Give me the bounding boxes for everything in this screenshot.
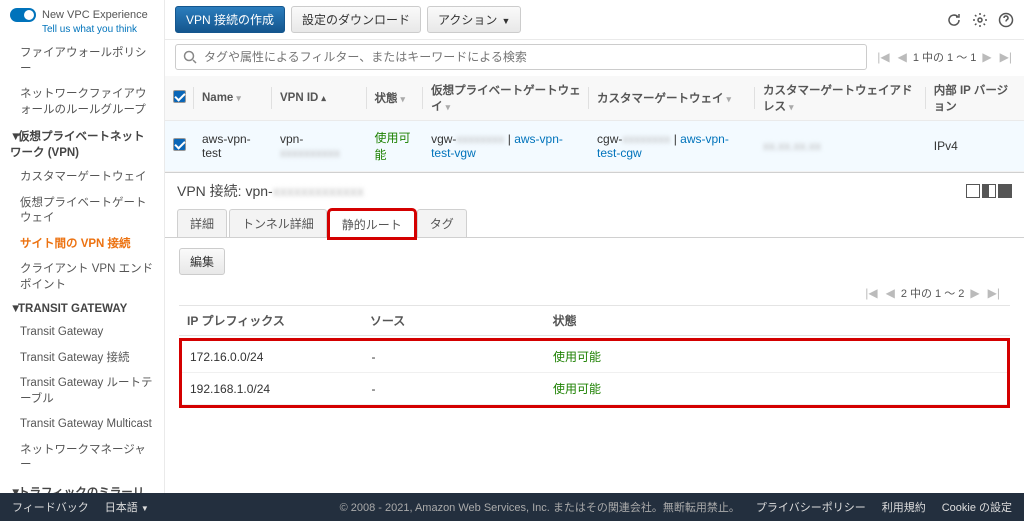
tab-detail[interactable]: 詳細 xyxy=(177,209,227,237)
filter-input[interactable] xyxy=(175,44,867,70)
col-vpnid[interactable]: VPN ID▴ xyxy=(272,76,367,121)
pager-text: 1 中の 1 ～ 1 xyxy=(913,49,977,65)
chevron-down-icon: ▼ xyxy=(141,504,149,513)
pager-text: 2 中の 1 ～ 2 xyxy=(901,285,965,301)
pager-top: |◀ ◀ 1 中の 1 ～ 1 ▶ ▶| xyxy=(875,49,1014,65)
privacy-link[interactable]: プライバシーポリシー xyxy=(756,499,866,515)
create-vpn-button[interactable]: VPN 接続の作成 xyxy=(175,6,285,33)
route-source: - xyxy=(364,373,546,405)
search-icon xyxy=(182,49,198,65)
sidebar-item-tgw-multicast[interactable]: Transit Gateway Multicast xyxy=(0,412,164,438)
sidebar-group-tgw[interactable]: ▼TRANSIT GATEWAY xyxy=(0,298,164,320)
cell-state: 使用可能 xyxy=(367,121,424,172)
route-prefix: 192.168.1.0/24 xyxy=(182,373,364,405)
help-icon[interactable] xyxy=(998,12,1014,28)
sidebar-item-vgw[interactable]: 仮想プライベートゲートウェイ xyxy=(0,191,164,232)
sidebar: New VPC Experience Tell us what you thin… xyxy=(0,0,165,493)
group-label: TRANSIT GATEWAY xyxy=(18,303,127,315)
page-first-icon[interactable]: |◀ xyxy=(863,286,879,300)
gear-icon[interactable] xyxy=(972,12,988,28)
page-prev-icon[interactable]: ◀ xyxy=(896,50,909,64)
sidebar-item-firewall-rulegroup[interactable]: ネットワークファイアウォールのルールグループ xyxy=(0,82,164,123)
routes-table: IP プレフィックス ソース 状態 xyxy=(179,305,1010,336)
route-state: 使用可能 xyxy=(545,373,1007,405)
sidebar-item-firewall-policy[interactable]: ファイアウォールポリシー xyxy=(0,41,164,82)
copyright: © 2008 - 2021, Amazon Web Services, Inc.… xyxy=(340,499,740,515)
refresh-icon[interactable] xyxy=(946,12,962,28)
layout-split-icon[interactable] xyxy=(982,184,996,198)
new-vpc-experience-toggle-row: New VPC Experience xyxy=(0,4,164,24)
cell-cgwaddr: xx.xx.xx.xx xyxy=(755,121,926,172)
cell-name: aws-vpn-test xyxy=(194,121,272,172)
layout-min-icon[interactable] xyxy=(966,184,980,198)
route-prefix: 172.16.0.0/24 xyxy=(182,341,364,373)
col-source: ソース xyxy=(362,306,545,336)
cell-vpnid: vpn-xxxxxxxxxx xyxy=(272,121,367,172)
language-selector[interactable]: 日本語 ▼ xyxy=(105,499,149,515)
detail-title: VPN 接続: vpn-xxxxxxxxxxxxx xyxy=(177,181,364,201)
actions-button[interactable]: アクション ▼ xyxy=(427,6,521,33)
filter-row: |◀ ◀ 1 中の 1 ～ 1 ▶ ▶| xyxy=(165,40,1024,76)
col-state[interactable]: 状態▾ xyxy=(367,76,424,121)
sidebar-item-site2site-vpn[interactable]: サイト間の VPN 接続 xyxy=(0,232,164,258)
footer: フィードバック 日本語 ▼ © 2008 - 2021, Amazon Web … xyxy=(0,493,1024,521)
chevron-down-icon: ▼ xyxy=(501,16,510,26)
cookie-link[interactable]: Cookie の設定 xyxy=(942,499,1012,515)
feedback-link[interactable]: フィードバック xyxy=(12,499,89,515)
sidebar-group-mirror[interactable]: ▼トラフィックのミラーリング xyxy=(0,479,164,493)
edit-button[interactable]: 編集 xyxy=(179,248,225,275)
layout-full-icon[interactable] xyxy=(998,184,1012,198)
col-ipprefix: IP プレフィックス xyxy=(179,306,362,336)
sidebar-item-tgw-rt[interactable]: Transit Gateway ルートテーブル xyxy=(0,371,164,412)
route-row[interactable]: 172.16.0.0/24 - 使用可能 xyxy=(182,341,1007,373)
download-config-button[interactable]: 設定のダウンロード xyxy=(291,6,421,33)
new-vpc-label: New VPC Experience xyxy=(42,9,148,21)
routes-pager: |◀ ◀ 2 中の 1 ～ 2 ▶ ▶| xyxy=(863,285,1002,301)
table-row[interactable]: aws-vpn-test vpn-xxxxxxxxxx 使用可能 vgw-xxx… xyxy=(165,121,1024,172)
page-next-icon[interactable]: ▶ xyxy=(968,286,981,300)
content-area: VPN 接続の作成 設定のダウンロード アクション▼ |◀ ◀ 1 中の 1 xyxy=(165,0,1024,493)
sidebar-item-clientvpn[interactable]: クライアント VPN エンドポイント xyxy=(0,257,164,298)
route-source: - xyxy=(364,341,546,373)
toggle-icon[interactable] xyxy=(10,8,36,22)
group-label: 仮想プライベートネットワーク (VPN) xyxy=(10,131,145,159)
cell-cgw: cgw-xxxxxxxx | aws-vpn-test-cgw xyxy=(589,121,755,172)
col-ipver[interactable]: 内部 IP バージョン xyxy=(926,76,1024,121)
sidebar-item-tgw-attach[interactable]: Transit Gateway 接続 xyxy=(0,346,164,372)
col-state: 状態 xyxy=(545,306,1010,336)
page-last-icon[interactable]: ▶| xyxy=(998,50,1014,64)
select-all-checkbox[interactable] xyxy=(173,90,186,103)
detail-panel: VPN 接続: vpn-xxxxxxxxxxxxx 詳細 トンネル詳細 静的ルー… xyxy=(165,172,1024,493)
filter-input-wrap xyxy=(175,44,867,70)
page-next-icon[interactable]: ▶ xyxy=(980,50,993,64)
col-cgwaddr[interactable]: カスタマーゲートウェイアドレス▾ xyxy=(755,76,926,121)
page-last-icon[interactable]: ▶| xyxy=(986,286,1002,300)
col-name[interactable]: Name▾ xyxy=(194,76,272,121)
cell-vgw: vgw-xxxxxxxx | aws-vpn-test-vgw xyxy=(423,121,589,172)
detail-tabs: 詳細 トンネル詳細 静的ルート タグ xyxy=(165,205,1024,238)
toolbar: VPN 接続の作成 設定のダウンロード アクション ▼ xyxy=(165,0,1024,40)
sidebar-item-netmgr[interactable]: ネットワークマネージャー xyxy=(0,438,164,479)
terms-link[interactable]: 利用規約 xyxy=(882,499,926,515)
sidebar-group-vpn[interactable]: ▼仮想プライベートネットワーク (VPN) xyxy=(0,123,164,165)
col-vgw[interactable]: 仮想プライベートゲートウェイ▾ xyxy=(423,76,589,121)
page-prev-icon[interactable]: ◀ xyxy=(884,286,897,300)
col-cgw[interactable]: カスタマーゲートウェイ▾ xyxy=(589,76,755,121)
page-first-icon[interactable]: |◀ xyxy=(875,50,891,64)
route-state: 使用可能 xyxy=(545,341,1007,373)
row-checkbox[interactable] xyxy=(173,138,186,151)
cell-ipver: IPv4 xyxy=(926,121,1024,172)
vpn-table: Name▾ VPN ID▴ 状態▾ 仮想プライベートゲートウェイ▾ カスタマーゲ… xyxy=(165,76,1024,172)
sidebar-item-tgw[interactable]: Transit Gateway xyxy=(0,320,164,346)
sidebar-item-cgw[interactable]: カスタマーゲートウェイ xyxy=(0,165,164,191)
tab-tags[interactable]: タグ xyxy=(417,209,467,237)
tab-tunnel[interactable]: トンネル詳細 xyxy=(229,209,327,237)
actions-label: アクション xyxy=(438,13,497,27)
tab-static-routes[interactable]: 静的ルート xyxy=(329,210,415,238)
route-row[interactable]: 192.168.1.0/24 - 使用可能 xyxy=(182,373,1007,405)
tell-us-link[interactable]: Tell us what you think xyxy=(0,24,164,41)
